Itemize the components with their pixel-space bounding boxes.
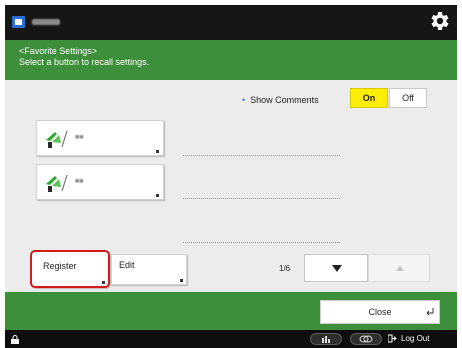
copy-setting-icon [46, 174, 68, 192]
edit-button[interactable]: Edit [111, 254, 187, 285]
button-corner-mark [180, 279, 183, 282]
top-bar [5, 5, 457, 40]
show-comments-label: • Show Comments [242, 95, 319, 105]
logout-icon [387, 334, 397, 343]
close-label: Close [368, 307, 392, 317]
favorite-button-1[interactable]: ■■ [36, 120, 164, 156]
logout-label: Log Out [401, 334, 430, 343]
favorite-button-2[interactable]: ■■ [36, 164, 164, 200]
gear-icon[interactable] [427, 9, 451, 33]
enter-icon [426, 308, 434, 316]
copy-setting-icon [46, 130, 68, 148]
status-monitor-button[interactable] [350, 333, 382, 345]
lock-icon [11, 335, 19, 344]
arrow-up-icon [396, 265, 404, 271]
chart-icon [322, 336, 330, 343]
register-button[interactable]: Register [30, 250, 110, 288]
page-header: <Favorite Settings> Select a button to r… [5, 40, 457, 80]
comment-line-2 [183, 198, 340, 199]
register-label: Register [43, 261, 77, 271]
page-title: <Favorite Settings> [19, 46, 98, 56]
button-corner-mark [156, 150, 159, 153]
show-comments-text: Show Comments [250, 95, 319, 105]
comment-line-3 [183, 242, 340, 243]
arrow-down-icon [332, 265, 342, 272]
favorite-name-blurred: ■■ [75, 134, 84, 141]
link-icon [359, 335, 373, 343]
button-corner-mark [156, 194, 159, 197]
status-bar: Log Out [5, 330, 457, 348]
logout-button[interactable]: Log Out [387, 332, 430, 346]
comments-on-toggle[interactable]: On [350, 88, 388, 108]
edit-label: Edit [119, 260, 135, 270]
page-indicator: 1/6 [279, 264, 291, 273]
counter-check-button[interactable] [310, 333, 342, 345]
close-button[interactable]: Close [320, 300, 440, 324]
comment-line-1 [183, 155, 340, 156]
app-icon [12, 16, 25, 28]
scroll-up-button[interactable] [368, 254, 430, 282]
page-instruction: Select a button to recall settings. [19, 57, 150, 67]
favorite-name-blurred: ■■ [75, 178, 84, 185]
scroll-down-button[interactable] [304, 254, 368, 282]
app-title [32, 19, 60, 25]
bullet-icon: • [242, 95, 246, 105]
comments-off-toggle[interactable]: Off [389, 88, 427, 108]
button-corner-mark [102, 281, 105, 284]
favorite-settings-screen: <Favorite Settings> Select a button to r… [0, 0, 462, 348]
